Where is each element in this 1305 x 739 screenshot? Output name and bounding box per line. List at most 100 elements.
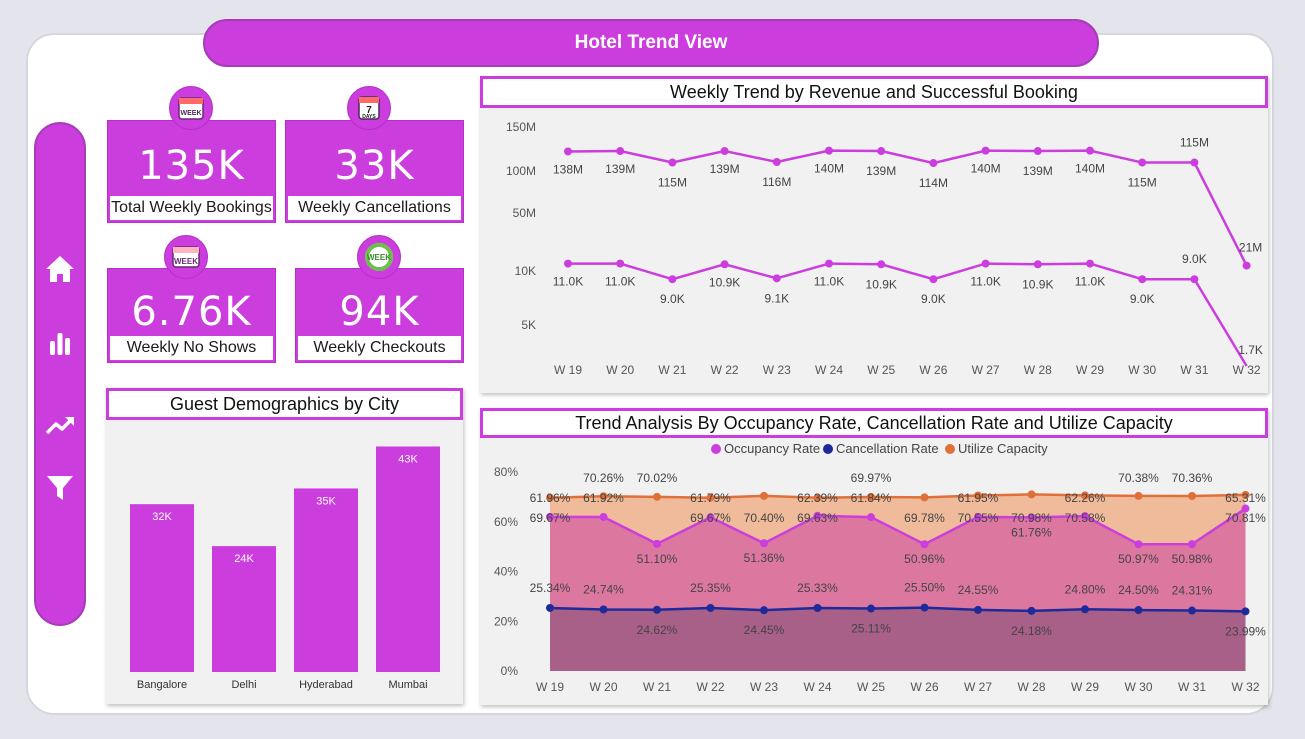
kpi-value: 6.76K bbox=[131, 289, 252, 335]
y-tick-label: 40% bbox=[494, 565, 518, 579]
x-tick-label: W 28 bbox=[1017, 680, 1045, 694]
week-calendar-icon: WEEK bbox=[169, 86, 213, 130]
bar-value-label: 24K bbox=[234, 553, 254, 565]
data-point bbox=[1138, 158, 1147, 167]
data-label: 21M bbox=[1239, 241, 1262, 255]
data-label: 11.0K bbox=[553, 275, 583, 289]
data-point bbox=[720, 260, 729, 269]
data-point bbox=[772, 158, 781, 167]
svg-text:WEEK: WEEK bbox=[367, 253, 391, 262]
kpi-card-total-weekly-bookings: 135K Total Weekly Bookings bbox=[107, 120, 276, 223]
data-point bbox=[1138, 275, 1147, 284]
data-label: 70.98% bbox=[1011, 511, 1052, 525]
bar-value-label: 43K bbox=[398, 453, 418, 465]
x-tick-label: W 23 bbox=[750, 680, 778, 694]
data-point bbox=[1190, 275, 1199, 284]
bar bbox=[294, 488, 358, 672]
data-point bbox=[867, 604, 875, 613]
y-tick-label: 150M bbox=[506, 120, 536, 134]
data-label: 115M bbox=[1180, 136, 1209, 150]
data-label: 61.84% bbox=[851, 491, 892, 505]
data-point bbox=[1188, 491, 1196, 500]
data-label: 24.80% bbox=[1065, 582, 1106, 596]
city-demographics-panel: Guest Demographics by City 32K Bangalore 2… bbox=[106, 388, 463, 704]
data-label: 61.76% bbox=[1011, 525, 1052, 539]
data-label: 61.92% bbox=[583, 491, 624, 505]
x-tick-label: W 20 bbox=[589, 680, 617, 694]
data-label: 70.02% bbox=[637, 471, 678, 485]
data-label: 61.96% bbox=[530, 491, 571, 505]
data-label: 70.36% bbox=[1172, 471, 1213, 485]
data-point bbox=[1027, 490, 1036, 499]
data-label: 61.79% bbox=[690, 491, 731, 505]
data-label: 69.97% bbox=[851, 471, 892, 485]
kpi-label: Weekly Checkouts bbox=[298, 336, 461, 360]
kpi-label: Total Weekly Bookings bbox=[110, 196, 273, 220]
trend-analysis-chart: 80% 60% 40% 20% 0% W 19 W 20 W 21 W 22 W 23 W 24 W … bbox=[494, 441, 1266, 694]
home-icon[interactable] bbox=[43, 252, 77, 286]
x-tick-label: W 21 bbox=[643, 680, 671, 694]
data-label: 115M bbox=[658, 176, 687, 190]
data-point bbox=[920, 493, 929, 502]
data-point bbox=[877, 260, 886, 269]
x-tick-label: W 27 bbox=[972, 363, 1000, 377]
data-point bbox=[920, 603, 929, 612]
kpi-card-weekly-no-shows: 6.76K Weekly No Shows bbox=[107, 268, 276, 363]
x-tick-label: W 31 bbox=[1180, 363, 1208, 377]
x-tick-label: W 32 bbox=[1231, 680, 1259, 694]
data-label: 25.33% bbox=[797, 581, 838, 595]
data-point bbox=[564, 147, 572, 156]
data-label: 11.0K bbox=[1075, 275, 1105, 289]
data-label: 25.11% bbox=[851, 622, 891, 636]
data-label: 10.9K bbox=[709, 275, 740, 289]
bar bbox=[130, 504, 194, 672]
bar-value-label: 32K bbox=[152, 511, 172, 523]
data-point bbox=[1241, 607, 1250, 616]
x-tick-label: W 27 bbox=[964, 680, 992, 694]
data-point bbox=[706, 603, 715, 612]
data-label: 62.39% bbox=[797, 491, 838, 505]
series-area bbox=[550, 607, 1246, 671]
data-label: 10.9K bbox=[866, 277, 897, 291]
data-label: 24.50% bbox=[1118, 583, 1159, 597]
data-label: 11.0K bbox=[970, 275, 1000, 289]
data-label: 24.31% bbox=[1172, 584, 1213, 598]
x-tick-label: Bangalore bbox=[137, 679, 187, 691]
data-label: 9.0K bbox=[1182, 252, 1207, 266]
x-tick-label: W 22 bbox=[696, 680, 724, 694]
data-point bbox=[668, 158, 677, 167]
data-point bbox=[599, 605, 608, 614]
x-tick-label: W 25 bbox=[857, 680, 885, 694]
data-label: 51.36% bbox=[744, 551, 785, 565]
data-point bbox=[1188, 606, 1196, 615]
sidebar-nav bbox=[34, 122, 86, 626]
data-label: 140M bbox=[814, 162, 844, 176]
legend-label: Cancellation Rate bbox=[836, 441, 939, 456]
y-tick-label: 0% bbox=[501, 664, 519, 678]
data-label: 24.55% bbox=[958, 583, 999, 597]
bar-chart-icon[interactable] bbox=[43, 326, 77, 360]
data-point bbox=[1027, 606, 1036, 615]
data-label: 11.0K bbox=[605, 275, 635, 289]
data-label: 24.62% bbox=[637, 623, 678, 637]
data-label: 70.40% bbox=[744, 511, 785, 525]
legend-label: Utilize Capacity bbox=[958, 441, 1048, 456]
data-point bbox=[929, 275, 938, 284]
data-label: 50.98% bbox=[1172, 552, 1213, 566]
filter-icon[interactable] bbox=[43, 470, 77, 504]
data-point bbox=[1242, 261, 1251, 270]
trend-icon[interactable] bbox=[43, 408, 77, 442]
data-label: 25.35% bbox=[690, 581, 731, 595]
data-point bbox=[1134, 540, 1143, 549]
data-point bbox=[877, 147, 886, 156]
x-tick-label: Delhi bbox=[231, 679, 256, 691]
data-label: 10.9K bbox=[1022, 277, 1053, 291]
kpi-card-weekly-checkouts: 94K Weekly Checkouts bbox=[295, 268, 464, 363]
data-label: 114M bbox=[919, 176, 948, 190]
data-label: 138M bbox=[553, 162, 583, 176]
data-point bbox=[616, 259, 625, 268]
data-label: 115M bbox=[1128, 176, 1157, 190]
y-tick-label: 10K bbox=[515, 264, 536, 278]
week-calendar-icon: WEEK bbox=[164, 235, 208, 279]
data-label: 9.0K bbox=[660, 292, 685, 306]
